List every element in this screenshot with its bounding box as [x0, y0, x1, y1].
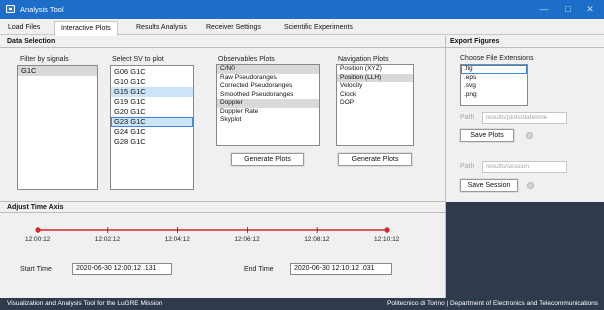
tab-results-analysis[interactable]: Results Analysis: [130, 21, 193, 35]
navigation-list[interactable]: Position (XYZ) Position (LLH) Velocity C…: [336, 64, 414, 146]
list-item[interactable]: Doppler Rate: [217, 108, 319, 117]
save-session-button[interactable]: Save Session: [460, 179, 518, 192]
status-indicator-icon: [527, 182, 534, 189]
sv-list[interactable]: G06 G1C G10 G1C G15 G1C G19 G1C G20 G1C …: [110, 65, 194, 190]
tab-scientific-experiments[interactable]: Scientific Experiments: [278, 21, 359, 35]
data-selection-title: Data Selection: [7, 38, 56, 45]
list-item[interactable]: G10 G1C: [111, 77, 193, 87]
list-item[interactable]: Raw Pseudoranges: [217, 74, 319, 83]
list-item[interactable]: G15 G1C: [111, 87, 193, 97]
tick-label: 12:08:12: [304, 236, 330, 243]
list-item[interactable]: .fig: [461, 65, 527, 74]
tick-label: 12:06:12: [234, 236, 260, 243]
status-right: Politecnico di Torino | Department of El…: [387, 300, 598, 307]
generate-navigation-button[interactable]: Generate Plots: [338, 153, 412, 166]
session-path-input[interactable]: results/session: [482, 161, 567, 173]
title-bar: Analysis Tool — □ ✕: [0, 0, 604, 19]
slider-start-handle[interactable]: [35, 227, 41, 233]
tick-label: 12:10:12: [374, 236, 400, 243]
list-item[interactable]: .svg: [461, 82, 527, 91]
list-item[interactable]: Smoothed Pseudoranges: [217, 91, 319, 100]
status-left: Visualization and Analysis Tool for the …: [7, 300, 163, 307]
dark-panel: [446, 202, 604, 298]
start-time-input[interactable]: 2020-06-30 12:00:12 .131: [72, 263, 172, 275]
choose-extensions-label: Choose File Extensions: [460, 55, 534, 62]
export-figures-title: Export Figures: [450, 38, 500, 45]
app-window: Analysis Tool — □ ✕ Load Files Interacti…: [0, 0, 604, 310]
divider: [446, 47, 604, 48]
list-item[interactable]: DOP: [337, 99, 413, 108]
list-item[interactable]: Position (LLH): [337, 73, 413, 82]
list-item[interactable]: Doppler: [217, 99, 319, 108]
close-icon[interactable]: ✕: [583, 3, 597, 15]
list-item[interactable]: G24 G1C: [111, 127, 193, 137]
filter-signals-list[interactable]: G1C: [17, 65, 98, 190]
end-time-label: End Time: [244, 266, 274, 273]
status-bar: Visualization and Analysis Tool for the …: [0, 298, 604, 310]
list-item[interactable]: G1C: [18, 66, 97, 76]
tab-receiver-settings[interactable]: Receiver Settings: [200, 21, 267, 35]
list-item[interactable]: C/N0: [217, 65, 319, 74]
minimize-icon[interactable]: —: [537, 3, 551, 15]
extensions-list[interactable]: .fig .eps .svg .png: [460, 64, 528, 106]
list-item[interactable]: Corrected Pseudoranges: [217, 82, 319, 91]
list-item[interactable]: Velocity: [337, 82, 413, 91]
tab-load-files[interactable]: Load Files: [2, 21, 46, 35]
session-path-label: Path: [460, 163, 475, 170]
plots-path-input[interactable]: results/plots/datetime: [482, 112, 567, 124]
list-item[interactable]: G06 G1C: [111, 67, 193, 77]
tick-label: 12:00:12: [25, 236, 51, 243]
observables-list[interactable]: C/N0 Raw Pseudoranges Corrected Pseudora…: [216, 64, 320, 146]
status-indicator-icon: [526, 132, 533, 139]
list-item[interactable]: .eps: [461, 74, 527, 83]
window-title: Analysis Tool: [20, 5, 64, 14]
list-item[interactable]: G19 G1C: [111, 97, 193, 107]
list-item[interactable]: Position (XYZ): [337, 65, 413, 74]
slider-end-handle[interactable]: [384, 227, 390, 233]
list-item[interactable]: G20 G1C: [111, 107, 193, 117]
generate-observables-button[interactable]: Generate Plots: [231, 153, 304, 166]
navigation-plots-label: Navigation Plots: [338, 56, 389, 63]
divider: [0, 212, 446, 213]
list-item[interactable]: G28 G1C: [111, 137, 193, 147]
divider: [0, 47, 446, 48]
start-time-label: Start Time: [20, 266, 52, 273]
adjust-time-axis-title: Adjust Time Axis: [7, 204, 64, 211]
list-item[interactable]: .png: [461, 91, 527, 100]
observables-plots-label: Observables Plots: [218, 56, 275, 63]
divider: [0, 201, 446, 202]
save-plots-button[interactable]: Save Plots: [460, 129, 514, 142]
select-sv-label: Select SV to plot: [112, 56, 164, 63]
app-icon: [6, 5, 15, 13]
end-time-input[interactable]: 2020-06-30 12:10:12 .031: [290, 263, 392, 275]
tab-interactive-plots[interactable]: Interactive Plots: [54, 21, 118, 36]
plots-path-label: Path: [460, 114, 475, 121]
tick-label: 12:02:12: [94, 236, 121, 243]
tab-bar: Load Files Interactive Plots Results Ana…: [0, 19, 604, 36]
filter-signals-label: Filter by signals: [20, 56, 69, 63]
list-item[interactable]: G23 G1C: [111, 117, 193, 127]
list-item[interactable]: Skyplot: [217, 116, 319, 125]
list-item[interactable]: Clock: [337, 91, 413, 100]
tick-label: 12:04:12: [164, 236, 190, 243]
maximize-icon[interactable]: □: [561, 3, 575, 15]
